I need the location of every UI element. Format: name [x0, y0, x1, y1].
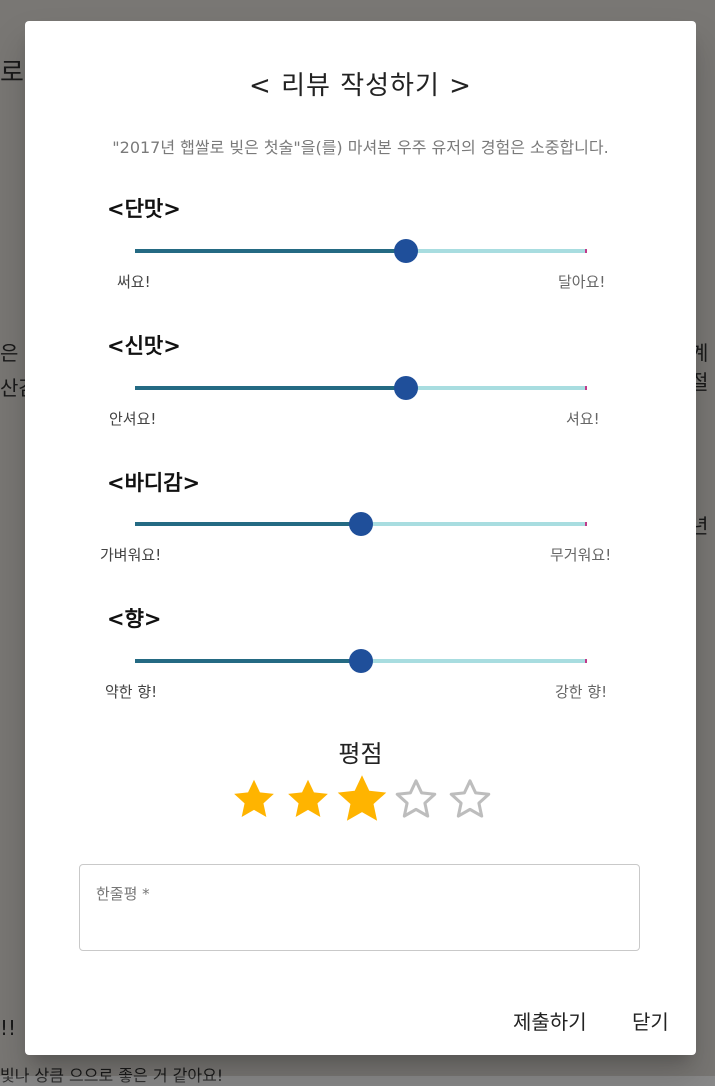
slider-max-label: 무거워요! [550, 546, 612, 564]
slider-fill [135, 522, 361, 526]
slider-max-label: 달아요! [558, 273, 606, 291]
sweetness-slider[interactable] [135, 239, 587, 263]
dialog-title: < 리뷰 작성하기 > [249, 71, 472, 101]
slider-thumb[interactable] [348, 512, 373, 536]
slider-label-aroma: <향> [107, 607, 162, 631]
slider-track-end [585, 386, 587, 390]
slider-max-label: 셔요! [566, 410, 600, 428]
rating-title: 평점 [338, 740, 383, 768]
slider-fill [135, 386, 406, 390]
review-dialog: < 리뷰 작성하기 > "2017년 햅쌀로 빚은 첫술"을(를) 마셔본 우주… [25, 21, 696, 1055]
slider-label-body: <바디감> [107, 471, 201, 495]
slider-track-end [585, 522, 587, 526]
slider-min-label: 안셔요! [109, 410, 157, 428]
slider-thumb[interactable] [393, 376, 418, 400]
slider-track-end [585, 659, 587, 663]
aroma-slider[interactable] [135, 649, 587, 673]
review-input-label: 한줄평 * [96, 885, 150, 903]
sourness-slider[interactable] [135, 376, 587, 400]
body-slider[interactable] [135, 512, 587, 536]
star-icon[interactable] [281, 773, 335, 827]
submit-button[interactable]: 제출하기 [513, 1006, 587, 1035]
star-rating[interactable] [227, 770, 497, 830]
slider-thumb[interactable] [348, 649, 373, 673]
close-button[interactable]: 닫기 [632, 1006, 669, 1035]
slider-fill [135, 249, 406, 253]
slider-min-label: 써요! [117, 273, 151, 291]
review-input[interactable]: 한줄평 * [79, 864, 640, 951]
slider-fill [135, 659, 361, 663]
slider-track-end [585, 249, 587, 253]
slider-label-sweetness: <단맛> [107, 197, 181, 221]
star-icon[interactable] [389, 773, 443, 827]
star-icon[interactable] [335, 773, 389, 827]
dialog-subtitle: "2017년 햅쌀로 빚은 첫술"을(를) 마셔본 우주 유저의 경험은 소중합… [112, 138, 609, 157]
slider-min-label: 약한 향! [105, 683, 158, 701]
slider-thumb[interactable] [393, 239, 418, 263]
slider-min-label: 가벼워요! [100, 546, 162, 564]
star-icon[interactable] [443, 773, 497, 827]
slider-label-sourness: <신맛> [107, 334, 181, 358]
slider-max-label: 강한 향! [555, 683, 608, 701]
star-icon[interactable] [227, 773, 281, 827]
